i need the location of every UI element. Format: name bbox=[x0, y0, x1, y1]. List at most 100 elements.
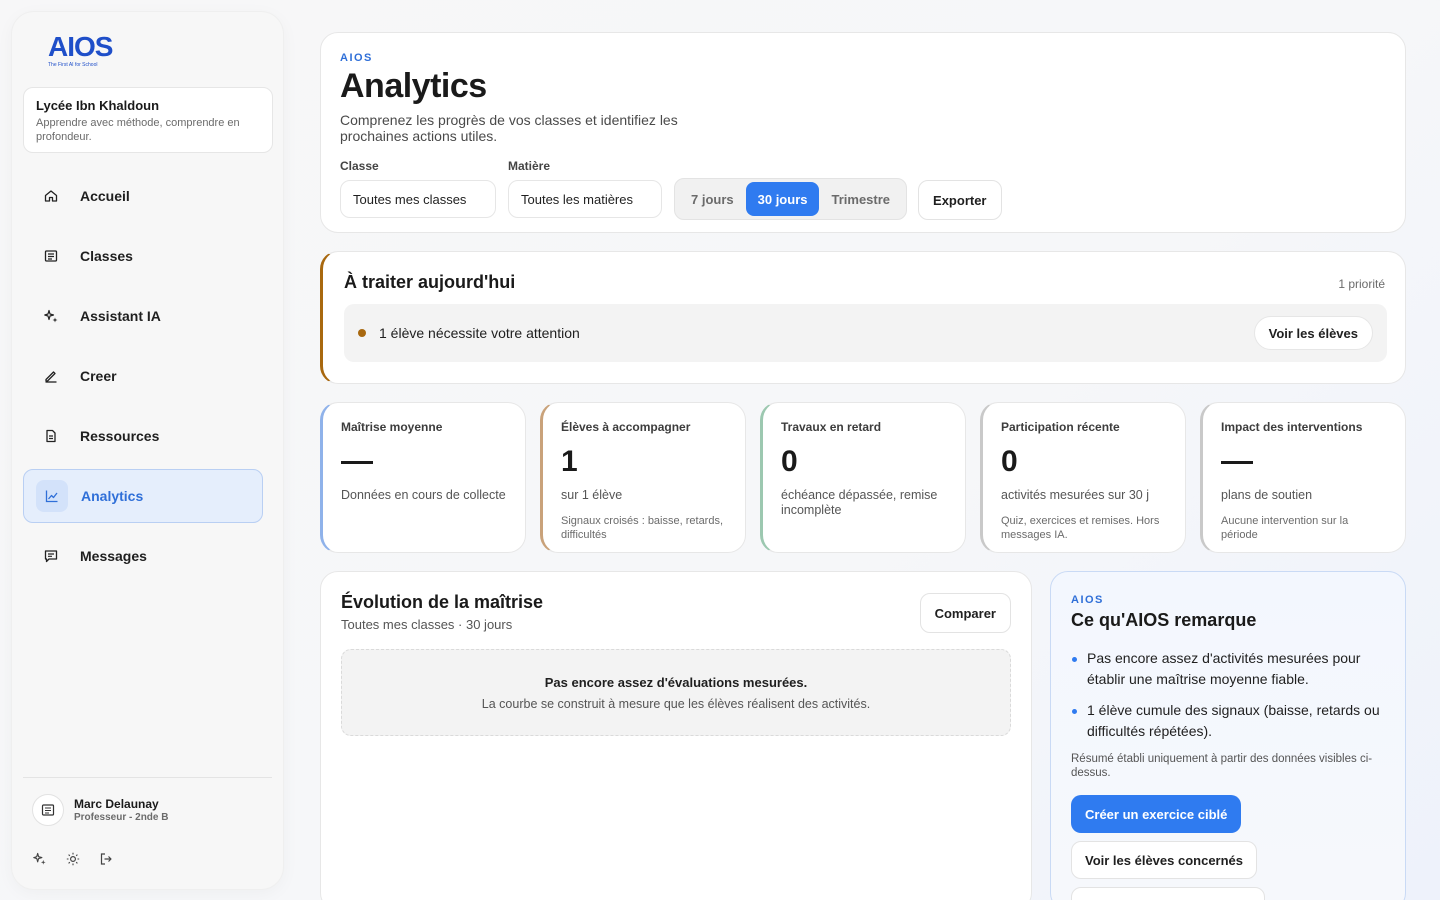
today-title: À traiter aujourd'hui bbox=[344, 272, 516, 292]
evolution-empty-state: Pas encore assez d'évaluations mesurées.… bbox=[341, 649, 1011, 736]
avatar bbox=[32, 794, 64, 826]
school-card[interactable]: Lycée Ibn Khaldoun Apprendre avec méthod… bbox=[23, 87, 273, 153]
sidebar-item-analytics[interactable]: Analytics bbox=[23, 469, 263, 523]
header-kicker: AIOS bbox=[340, 52, 373, 64]
logo-tagline: The First AI for School bbox=[48, 62, 98, 68]
sidebar-item-accueil[interactable]: Accueil bbox=[23, 169, 263, 223]
subject-filter-label: Matière bbox=[508, 159, 551, 173]
kpi-description: Données en cours de collecte bbox=[341, 488, 506, 502]
sidebar-item-ressources[interactable]: Ressources bbox=[23, 409, 263, 463]
mastery-evolution-card: Évolution de la maîtrise Toutes mes clas… bbox=[320, 571, 1032, 900]
sidebar: AIOS The First AI for School Lycée Ibn K… bbox=[12, 12, 283, 889]
period-trimestre[interactable]: Trimestre bbox=[819, 182, 902, 216]
message-icon bbox=[35, 540, 67, 572]
subject-select[interactable]: Toutes les matières bbox=[508, 180, 662, 218]
kpi-impact-interventions[interactable]: Impact des interventions plans de soutie… bbox=[1200, 402, 1406, 553]
kpi-description: plans de soutien bbox=[1221, 488, 1313, 502]
sidebar-nav: Accueil Classes Assistant IA Creer Resso… bbox=[23, 169, 263, 589]
chart-icon bbox=[36, 480, 68, 512]
priority-count: 1 priorité bbox=[1338, 277, 1385, 291]
sidebar-item-label: Accueil bbox=[80, 188, 130, 204]
kpi-description: activités mesurées sur 30 j bbox=[1001, 488, 1149, 502]
evolution-subtitle: Toutes mes classes · 30 jours bbox=[341, 617, 513, 632]
kpi-title: Maîtrise moyenne bbox=[341, 420, 443, 434]
today-card: À traiter aujourd'hui 1 priorité 1 élève… bbox=[320, 251, 1406, 384]
sidebar-item-label: Assistant IA bbox=[80, 308, 161, 324]
kpi-eleves-a-accompagner[interactable]: Élèves à accompagner 1 sur 1 élève Signa… bbox=[540, 402, 746, 553]
sidebar-item-label: Creer bbox=[80, 368, 117, 384]
class-filter-label: Classe bbox=[340, 159, 379, 173]
insights-note: Résumé établi uniquement à partir des do… bbox=[1071, 753, 1373, 779]
document-icon bbox=[35, 420, 67, 452]
kpi-empty-dash bbox=[1221, 461, 1253, 464]
kpi-maitrise-moyenne[interactable]: Maîtrise moyenne Données en cours de col… bbox=[320, 402, 526, 553]
compare-button[interactable]: Comparer bbox=[919, 593, 1011, 633]
sun-icon[interactable] bbox=[65, 851, 81, 867]
view-students-button[interactable]: Voir les élèves bbox=[1253, 316, 1373, 350]
kpi-note: Signaux croisés : baisse, retards, diffi… bbox=[561, 515, 724, 541]
class-select[interactable]: Toutes mes classes bbox=[340, 180, 496, 218]
export-button[interactable]: Exporter bbox=[918, 180, 1002, 220]
sidebar-item-label: Classes bbox=[80, 248, 133, 264]
user-name: Marc Delaunay bbox=[74, 797, 159, 811]
period-7-days[interactable]: 7 jours bbox=[679, 182, 746, 216]
evolution-title: Évolution de la maîtrise bbox=[341, 592, 544, 612]
priority-text: 1 élève nécessite votre attention bbox=[379, 325, 580, 341]
kpi-value: 0 bbox=[1001, 445, 1018, 478]
class-filter: Classe Toutes mes classes bbox=[340, 159, 496, 218]
user-info: Marc Delaunay Professeur - 2nde B bbox=[74, 797, 168, 823]
pencil-icon bbox=[35, 360, 67, 392]
sidebar-item-classes[interactable]: Classes bbox=[23, 229, 263, 283]
kpi-value: 0 bbox=[781, 445, 798, 478]
list-icon bbox=[35, 240, 67, 272]
filters-bar: Classe Toutes mes classes Matière Toutes… bbox=[340, 159, 1002, 220]
period-30-days[interactable]: 30 jours bbox=[745, 182, 820, 216]
page-title: Analytics bbox=[340, 67, 487, 105]
sidebar-tools bbox=[32, 851, 114, 867]
kpi-note: Aucune intervention sur la période bbox=[1221, 515, 1349, 541]
kpi-participation-recente[interactable]: Participation récente 0 activités mesuré… bbox=[980, 402, 1186, 553]
insights-kicker: AIOS bbox=[1071, 594, 1104, 606]
logo-wordmark: AIOS bbox=[48, 31, 113, 62]
empty-state-title: Pas encore assez d'évaluations mesurées. bbox=[544, 675, 808, 690]
sidebar-item-label: Ressources bbox=[80, 428, 160, 444]
insights-title: Ce qu'AIOS remarque bbox=[1071, 610, 1257, 630]
school-name: Lycée Ibn Khaldoun bbox=[36, 98, 160, 113]
kpi-description: sur 1 élève bbox=[561, 488, 623, 502]
home-icon bbox=[35, 180, 67, 212]
view-concerned-students-button[interactable]: Voir les élèves concernés bbox=[1071, 841, 1258, 879]
period-switcher: 7 jours 30 jours Trimestre bbox=[674, 178, 908, 220]
sidebar-item-creer[interactable]: Creer bbox=[23, 349, 263, 403]
sidebar-item-label: Analytics bbox=[81, 488, 144, 504]
sidebar-divider bbox=[23, 777, 272, 778]
empty-state-text: La courbe se construit à mesure que les … bbox=[481, 697, 871, 711]
school-motto: Apprendre avec méthode, comprendre en pr… bbox=[36, 117, 240, 143]
kpi-description: échéance dépassée, remise incomplète bbox=[781, 488, 938, 517]
insight-item: Pas encore assez d'activités mesurées po… bbox=[1071, 648, 1385, 690]
logout-icon[interactable] bbox=[98, 851, 114, 867]
kpi-title: Participation récente bbox=[1001, 420, 1120, 434]
insights-list: Pas encore assez d'activités mesurées po… bbox=[1071, 648, 1385, 742]
kpi-value: 1 bbox=[561, 445, 578, 478]
kpi-title: Élèves à accompagner bbox=[561, 420, 691, 434]
user-role: Professeur - 2nde B bbox=[74, 812, 169, 823]
priority-dot bbox=[358, 329, 366, 337]
kpi-title: Impact des interventions bbox=[1221, 420, 1363, 434]
kpi-empty-dash bbox=[341, 461, 373, 464]
sparkle-icon bbox=[35, 300, 67, 332]
subject-filter: Matière Toutes les matières bbox=[508, 159, 662, 218]
page-subtitle: Comprenez les progrès de vos classes et … bbox=[340, 112, 678, 144]
more-actions-button[interactable] bbox=[1071, 887, 1265, 900]
kpi-travaux-en-retard[interactable]: Travaux en retard 0 échéance dépassée, r… bbox=[760, 402, 966, 553]
kpi-title: Travaux en retard bbox=[781, 420, 882, 434]
user-profile[interactable]: Marc Delaunay Professeur - 2nde B bbox=[32, 794, 168, 826]
insight-item: 1 élève cumule des signaux (baisse, reta… bbox=[1071, 700, 1385, 742]
aios-logo[interactable]: AIOS The First AI for School bbox=[48, 32, 128, 76]
create-targeted-exercise-button[interactable]: Créer un exercice ciblé bbox=[1071, 795, 1242, 833]
kpi-note: Quiz, exercices et remises. Hors message… bbox=[1001, 515, 1160, 541]
sidebar-item-assistant-ia[interactable]: Assistant IA bbox=[23, 289, 263, 343]
analytics-header: AIOS Analytics Comprenez les progrès de … bbox=[320, 32, 1406, 233]
sidebar-item-messages[interactable]: Messages bbox=[23, 529, 263, 583]
aios-insights-card: AIOS Ce qu'AIOS remarque Pas encore asse… bbox=[1050, 571, 1406, 900]
sparkle-icon[interactable] bbox=[32, 851, 48, 867]
